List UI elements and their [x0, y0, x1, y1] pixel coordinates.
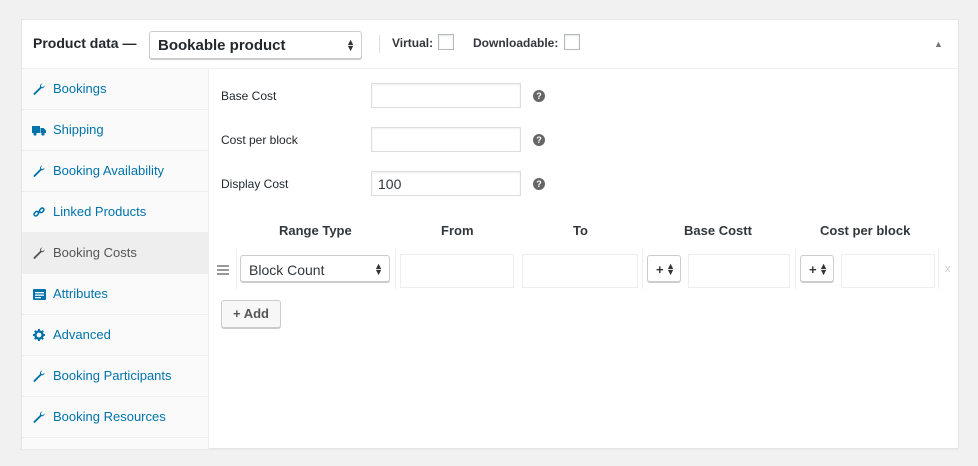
product-data-title: Product data — — [33, 35, 137, 51]
help-icon[interactable]: ? — [533, 134, 545, 146]
remove-row-icon[interactable]: x — [945, 263, 951, 275]
from-input[interactable] — [400, 254, 514, 288]
tab-label: Booking Participants — [53, 368, 172, 383]
cell-divider — [938, 249, 939, 289]
wrench-icon — [32, 246, 46, 260]
tab-booking-costs[interactable]: Booking Costs — [22, 233, 208, 274]
tab-booking-resources[interactable]: Booking Resources — [22, 397, 208, 438]
link-icon — [32, 205, 46, 219]
base-cost-label: Base Cost — [221, 89, 277, 103]
col-base-cost: Base Costt — [684, 223, 752, 238]
cell-divider — [642, 249, 643, 289]
cost-per-block-label: Cost per block — [221, 133, 298, 147]
cost-per-block-input[interactable] — [371, 127, 521, 152]
tab-linked-products[interactable]: Linked Products — [22, 192, 208, 233]
tab-label: Booking Resources — [53, 409, 166, 424]
tab-label: Attributes — [53, 286, 108, 301]
base-cost-range-input[interactable] — [688, 254, 790, 288]
downloadable-checkbox[interactable] — [564, 34, 580, 50]
collapse-toggle-icon[interactable]: ▲ — [934, 39, 943, 49]
wrench-icon — [32, 82, 46, 96]
booking-costs-panel: Base Cost ? Cost per block ? Display Cos… — [210, 69, 958, 449]
tab-booking-participants[interactable]: Booking Participants — [22, 356, 208, 397]
col-to: To — [573, 223, 588, 238]
wrench-icon — [32, 164, 46, 178]
wrench-icon — [32, 369, 46, 383]
tab-label: Advanced — [53, 327, 111, 342]
tab-shipping[interactable]: Shipping — [22, 110, 208, 151]
display-cost-input[interactable] — [371, 171, 521, 196]
tab-attributes[interactable]: Attributes — [22, 274, 208, 315]
col-from: From — [441, 223, 474, 238]
tab-label: Linked Products — [53, 204, 147, 219]
display-cost-label: Display Cost — [221, 177, 289, 191]
col-cost-per-block: Cost per block — [820, 223, 911, 238]
drag-handle-icon[interactable] — [217, 265, 229, 277]
tab-label: Booking Availability — [53, 163, 165, 178]
block-cost-range-input[interactable] — [841, 254, 935, 288]
to-input[interactable] — [522, 254, 638, 288]
wrench-icon — [32, 410, 46, 424]
tab-label: Shipping — [53, 122, 104, 137]
product-data-tabs: Bookings Shipping Booking Availability L… — [22, 69, 209, 449]
select-arrows-icon: ▲ ▼ — [819, 261, 828, 277]
base-cost-input[interactable] — [371, 83, 521, 108]
product-data-header: Product data — Bookable product ▲ ▼ Virtu… — [22, 20, 958, 69]
help-icon[interactable]: ? — [533, 90, 545, 102]
virtual-checkbox[interactable] — [438, 34, 454, 50]
add-range-button[interactable]: + Add — [221, 300, 281, 328]
range-type-select[interactable]: Block Count ▲ ▼ — [240, 255, 390, 282]
col-range-type: Range Type — [279, 223, 352, 238]
downloadable-label: Downloadable: — [473, 36, 559, 50]
cell-divider — [395, 249, 396, 289]
product-type-value: Bookable product — [158, 37, 286, 54]
range-type-value: Block Count — [249, 262, 325, 278]
tab-booking-availability[interactable]: Booking Availability — [22, 151, 208, 192]
virtual-label: Virtual: — [392, 36, 434, 50]
modifier-value: + — [809, 262, 817, 277]
block-cost-modifier-select[interactable]: + ▲ ▼ — [800, 255, 834, 282]
modifier-value: + — [656, 262, 664, 277]
help-icon[interactable]: ? — [533, 178, 545, 190]
tab-label: Booking Costs — [53, 245, 137, 260]
cell-divider — [236, 249, 237, 289]
product-data-panel: Product data — Bookable product ▲ ▼ Virtu… — [21, 19, 959, 449]
base-cost-modifier-select[interactable]: + ▲ ▼ — [647, 255, 681, 282]
product-type-select[interactable]: Bookable product ▲ ▼ — [149, 31, 362, 59]
list-icon — [32, 287, 46, 301]
header-divider — [379, 35, 380, 53]
truck-icon — [32, 123, 46, 137]
select-arrows-icon: ▲ ▼ — [666, 261, 675, 277]
gear-icon — [32, 328, 46, 342]
tab-label: Bookings — [53, 81, 107, 96]
tab-advanced[interactable]: Advanced — [22, 315, 208, 356]
tab-bookings[interactable]: Bookings — [22, 69, 208, 110]
cell-divider — [795, 249, 796, 289]
select-arrows-icon: ▲ ▼ — [346, 37, 355, 53]
select-arrows-icon: ▲ ▼ — [374, 261, 383, 277]
